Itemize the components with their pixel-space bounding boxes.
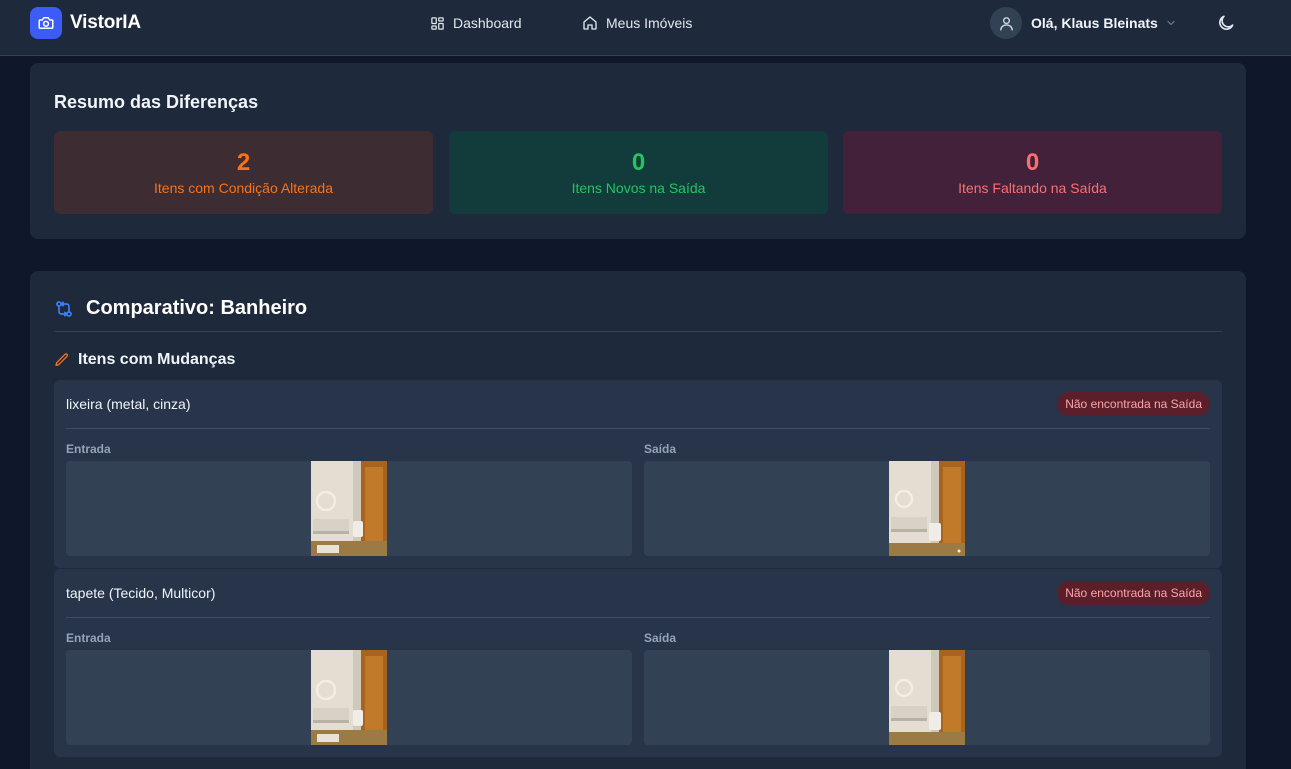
item-name: lixeira (metal, cinza) [66, 396, 191, 412]
exit-label: Saída [644, 442, 677, 456]
nav-dashboard-link[interactable]: Dashboard [430, 14, 522, 32]
app-logo[interactable]: VistorIA [30, 7, 141, 39]
pencil-icon [55, 353, 69, 366]
divider [66, 617, 1210, 618]
stat-value: 2 [236, 149, 251, 176]
summary-card: Resumo das Diferenças 2 Itens com Condiç… [30, 63, 1246, 239]
camera-icon [30, 7, 62, 39]
stat-value: 0 [631, 149, 646, 176]
stat-missing-items: 0 Itens Faltando na Saída [843, 131, 1222, 214]
stat-label: Itens Faltando na Saída [958, 180, 1107, 196]
changes-title: Itens com Mudanças [78, 351, 236, 368]
bathroom-photo[interactable] [311, 461, 387, 556]
theme-toggle-button[interactable] [1216, 13, 1236, 33]
stat-label: Itens Novos na Saída [571, 180, 706, 196]
changed-item: lixeira (metal, cinza) Não encontrada na… [54, 380, 1222, 568]
stat-value: 0 [1025, 149, 1040, 176]
comparison-card: Comparativo: Banheiro Itens com Mudanças… [30, 271, 1246, 769]
status-badge: Não encontrada na Saída [1057, 581, 1210, 605]
app-name: VistorIA [70, 12, 141, 33]
stat-changed-items: 2 Itens com Condição Alterada [54, 131, 433, 214]
avatar [990, 7, 1022, 39]
divider [66, 428, 1210, 429]
grid-icon [431, 16, 444, 30]
entry-label: Entrada [66, 442, 111, 456]
summary-title: Resumo das Diferenças [54, 92, 259, 112]
changes-header: Itens com Mudanças [54, 351, 235, 369]
exit-label: Saída [644, 631, 677, 645]
nav-dashboard-label: Dashboard [453, 15, 522, 31]
chevron-down-icon [1167, 20, 1175, 26]
bathroom-photo[interactable] [889, 461, 965, 556]
nav-imoveis-link[interactable]: Meus Imóveis [582, 14, 692, 32]
compare-arrows-icon [56, 300, 72, 317]
user-greeting: Olá, Klaus Bleinats [1031, 15, 1158, 31]
comparison-header: Comparativo: Banheiro [54, 297, 307, 320]
entry-photo-area [66, 650, 632, 745]
bathroom-photo[interactable] [311, 650, 387, 745]
item-name: tapete (Tecido, Multicor) [66, 585, 216, 601]
stat-label: Itens com Condição Alterada [154, 180, 333, 196]
moon-icon [1219, 15, 1234, 30]
exit-photo-area [644, 650, 1210, 745]
nav-imoveis-label: Meus Imóveis [606, 15, 693, 31]
stat-new-items: 0 Itens Novos na Saída [449, 131, 828, 214]
exit-photo-area [644, 461, 1210, 556]
bathroom-photo[interactable] [889, 650, 965, 745]
entry-photo-area [66, 461, 632, 556]
top-navbar: VistorIA Dashboard Meus Imóveis Olá, Kla… [0, 0, 1291, 56]
user-icon [999, 16, 1013, 31]
status-badge: Não encontrada na Saída [1057, 392, 1210, 416]
user-menu[interactable]: Olá, Klaus Bleinats [990, 7, 1177, 39]
divider [54, 331, 1222, 332]
comparison-title: Comparativo: Banheiro [86, 297, 308, 319]
entry-label: Entrada [66, 631, 111, 645]
home-icon [583, 16, 597, 30]
changed-item: tapete (Tecido, Multicor) Não encontrada… [54, 569, 1222, 757]
